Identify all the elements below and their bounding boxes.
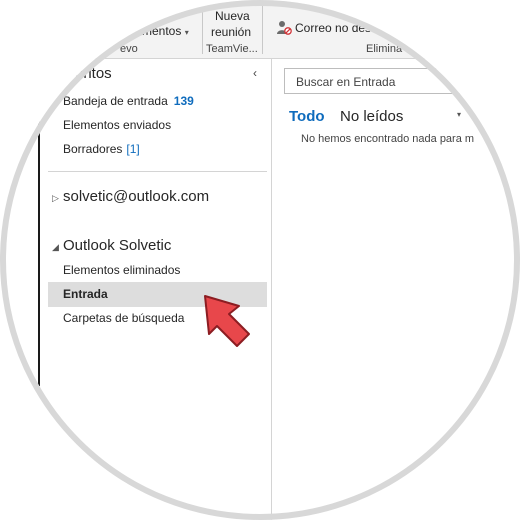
favorites-header[interactable]: oritos <box>75 65 112 82</box>
ribbon-separator <box>202 6 203 54</box>
account-solvetic-outlook[interactable]: solvetic@outlook.com <box>63 188 209 205</box>
folder-deleted-items[interactable]: Elementos eliminados <box>63 263 180 277</box>
junk-mail-button[interactable]: Correo no des <box>295 21 371 35</box>
divider <box>48 171 267 172</box>
ribbon-separator <box>262 6 263 54</box>
search-placeholder: Buscar en Entrada <box>296 75 396 89</box>
new-meeting-button-line2[interactable]: reunión <box>211 25 251 39</box>
block-sender-icon <box>276 19 292 35</box>
zoom-circle: mentos ▾ evo Nueva reunión TeamVie... Co… <box>0 0 520 520</box>
folder-search-folders[interactable]: Carpetas de búsqueda <box>63 311 184 325</box>
group-label-teamviewer: TeamVie... <box>206 43 258 55</box>
search-input[interactable]: Buscar en Entrada <box>284 68 520 94</box>
expand-triangle-icon[interactable]: ▷ <box>52 193 59 204</box>
tab-all[interactable]: Todo <box>289 108 325 125</box>
favorite-drafts[interactable]: Borradores [1] <box>63 142 140 156</box>
group-label-new: evo <box>120 43 138 55</box>
chevron-down-icon: ▾ <box>184 28 189 37</box>
pointer-arrow-icon <box>204 295 250 347</box>
empty-message: No hemos encontrado nada para m <box>301 133 475 145</box>
tab-unread[interactable]: No leídos <box>340 108 403 125</box>
new-meeting-button[interactable]: Nueva <box>215 9 250 23</box>
favorite-inbox[interactable]: Bandeja de entrada 139 <box>63 94 194 108</box>
unread-count: 139 <box>173 94 194 108</box>
favorite-sent-items[interactable]: Elementos enviados <box>63 118 171 132</box>
collapse-triangle-icon[interactable]: ◢ <box>52 242 59 253</box>
items-dropdown[interactable]: mentos ▾ <box>142 24 189 38</box>
ribbon: mentos ▾ evo Nueva reunión TeamVie... Co… <box>0 0 520 59</box>
chevron-down-icon[interactable]: ▾ <box>457 110 461 119</box>
drafts-count: [1] <box>126 142 140 156</box>
group-label-delete: Elimina <box>366 43 403 55</box>
pane-edge <box>38 70 40 386</box>
chevron-left-icon[interactable]: ‹ <box>253 66 257 80</box>
folder-inbox[interactable]: Entrada <box>63 287 108 301</box>
account-outlook-solvetic[interactable]: Outlook Solvetic <box>63 237 171 254</box>
